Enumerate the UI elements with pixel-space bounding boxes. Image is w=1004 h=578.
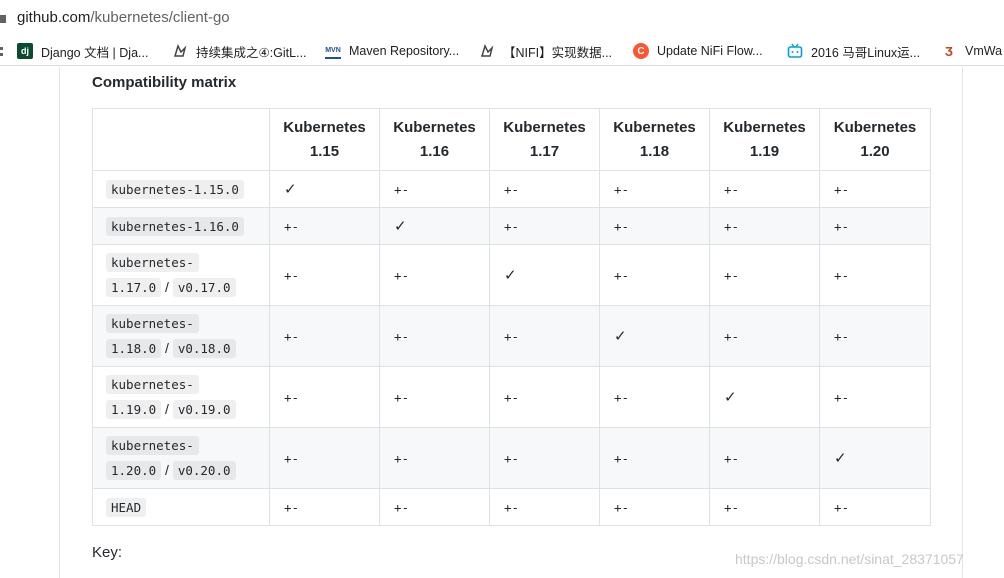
row-header: kubernetes- 1.20.0 / v0.20.0 xyxy=(92,427,270,489)
matrix-cell: +- xyxy=(269,488,380,526)
matrix-cell: ✓ xyxy=(819,427,931,489)
matrix-cell: +- xyxy=(269,427,380,489)
bookmark-label: 【NIFI】实现数据... xyxy=(503,45,613,60)
apps-icon[interactable] xyxy=(0,47,4,57)
matrix-cell: +- xyxy=(819,244,931,306)
url-text[interactable]: github.com/kubernetes/client-go xyxy=(17,9,230,26)
table-row: kubernetes-1.15.0 ✓ +- +- +- +- +- xyxy=(92,170,931,208)
matrix-cell: +- xyxy=(819,366,931,428)
matrix-cell: ✓ xyxy=(379,207,490,245)
matrix-cell: +- xyxy=(269,207,380,245)
watermark: https://blog.csdn.net/sinat_28371057 xyxy=(735,551,964,567)
matrix-cell: ✓ xyxy=(709,366,820,428)
csdn-icon: C xyxy=(633,43,649,59)
bookmark-label: 2016 马哥Linux运... xyxy=(811,45,921,60)
matrix-cell: +- xyxy=(709,207,820,245)
bookmark-django[interactable]: dj Django 文档 | Dja... xyxy=(17,42,148,60)
matrix-cell: +- xyxy=(269,244,380,306)
bookmark-label: Maven Repository... xyxy=(349,44,460,58)
wolf-icon xyxy=(479,43,495,59)
matrix-cell: +- xyxy=(379,366,490,428)
maven-icon: MVN xyxy=(325,43,341,59)
matrix-cell: +- xyxy=(819,170,931,208)
bookmark-gitlab-ci[interactable]: 持续集成之④:GitL... xyxy=(172,42,307,60)
matrix-cell: +- xyxy=(489,366,600,428)
matrix-cell: +- xyxy=(819,207,931,245)
matrix-cell: +- xyxy=(379,170,490,208)
table-row: kubernetes- 1.20.0 / v0.20.0 +- +- +- +- … xyxy=(92,427,931,489)
matrix-cell: ✓ xyxy=(489,244,600,306)
row-header: kubernetes- 1.19.0 / v0.19.0 xyxy=(92,366,270,428)
matrix-corner-cell xyxy=(92,108,270,171)
matrix-cell: +- xyxy=(599,244,710,306)
matrix-cell: +- xyxy=(599,207,710,245)
matrix-cell: +- xyxy=(269,366,380,428)
matrix-cell: +- xyxy=(709,244,820,306)
url-path: /kubernetes/client-go xyxy=(90,9,230,26)
bookmark-linux[interactable]: 2016 马哥Linux运... xyxy=(787,42,920,60)
matrix-cell: +- xyxy=(709,305,820,367)
column-header: Kubernetes 1.16 xyxy=(379,108,490,171)
content-border-right xyxy=(962,67,963,578)
django-icon: dj xyxy=(17,43,33,59)
matrix-cell: +- xyxy=(709,488,820,526)
row-header: HEAD xyxy=(92,488,270,526)
bookmark-label: 持续集成之④:GitL... xyxy=(196,45,307,60)
table-row: kubernetes-1.16.0 +- ✓ +- +- +- +- xyxy=(92,207,931,245)
table-row: kubernetes- 1.17.0 / v0.17.0 +- +- ✓ +- +… xyxy=(92,244,931,306)
bookmark-label: Django 文档 | Dja... xyxy=(41,45,149,60)
matrix-cell: +- xyxy=(489,170,600,208)
matrix-header-row: Kubernetes 1.15 Kubernetes 1.16 Kubernetes… xyxy=(92,108,931,171)
column-header: Kubernetes 1.15 xyxy=(269,108,380,171)
column-header: Kubernetes 1.17 xyxy=(489,108,600,171)
bookmark-nifi[interactable]: 【NIFI】实现数据... xyxy=(479,42,612,60)
bookmark-vmware[interactable]: Ӡ VmWa xyxy=(941,42,1002,60)
url-host: github.com xyxy=(17,9,91,26)
key-label: Key: xyxy=(92,544,123,561)
table-row: HEAD +- +- +- +- +- +- xyxy=(92,488,931,526)
table-row: kubernetes- 1.18.0 / v0.18.0 +- +- +- ✓ +… xyxy=(92,305,931,367)
row-header: kubernetes- 1.18.0 / v0.18.0 xyxy=(92,305,270,367)
row-header: kubernetes- 1.17.0 / v0.17.0 xyxy=(92,244,270,306)
row-header: kubernetes-1.15.0 xyxy=(92,170,270,208)
matrix-cell: +- xyxy=(599,427,710,489)
matrix-cell: +- xyxy=(819,488,931,526)
matrix-cell: +- xyxy=(709,170,820,208)
matrix-cell: +- xyxy=(819,305,931,367)
bookmark-maven[interactable]: MVN Maven Repository... xyxy=(325,42,459,60)
matrix-cell: +- xyxy=(379,488,490,526)
lock-icon xyxy=(0,15,6,23)
matrix-cell: +- xyxy=(489,305,600,367)
address-bar[interactable]: github.com/kubernetes/client-go xyxy=(0,0,1004,36)
matrix-cell: +- xyxy=(489,207,600,245)
table-row: kubernetes- 1.19.0 / v0.19.0 +- +- +- +- … xyxy=(92,366,931,428)
matrix-cell: ✓ xyxy=(269,170,380,208)
matrix-cell: +- xyxy=(379,427,490,489)
bookmark-label: VmWa xyxy=(965,44,1003,58)
bilibili-icon xyxy=(787,43,803,59)
wolf-icon xyxy=(172,43,188,59)
matrix-cell: +- xyxy=(379,305,490,367)
row-header: kubernetes-1.16.0 xyxy=(92,207,270,245)
compatibility-matrix: Kubernetes 1.15 Kubernetes 1.16 Kubernetes… xyxy=(92,108,931,526)
section-heading: Compatibility matrix xyxy=(92,74,237,91)
bookmarks-bar: dj Django 文档 | Dja... 持续集成之④:GitL... MVN… xyxy=(0,36,1004,66)
matrix-cell: +- xyxy=(489,427,600,489)
matrix-cell: +- xyxy=(489,488,600,526)
matrix-cell: +- xyxy=(599,366,710,428)
column-header: Kubernetes 1.18 xyxy=(599,108,710,171)
matrix-cell: +- xyxy=(599,488,710,526)
matrix-cell: +- xyxy=(269,305,380,367)
readme-content: Compatibility matrix Kubernetes 1.15 Kube… xyxy=(0,67,1004,578)
content-border-left xyxy=(59,67,60,578)
bookmark-label: Update NiFi Flow... xyxy=(657,44,763,58)
matrix-cell: +- xyxy=(379,244,490,306)
column-header: Kubernetes 1.19 xyxy=(709,108,820,171)
matrix-cell: +- xyxy=(599,170,710,208)
bookmark-nifi-flow[interactable]: C Update NiFi Flow... xyxy=(633,42,763,60)
matrix-cell: +- xyxy=(709,427,820,489)
column-header: Kubernetes 1.20 xyxy=(819,108,931,171)
matrix-cell: ✓ xyxy=(599,305,710,367)
jb-icon: Ӡ xyxy=(944,43,954,59)
